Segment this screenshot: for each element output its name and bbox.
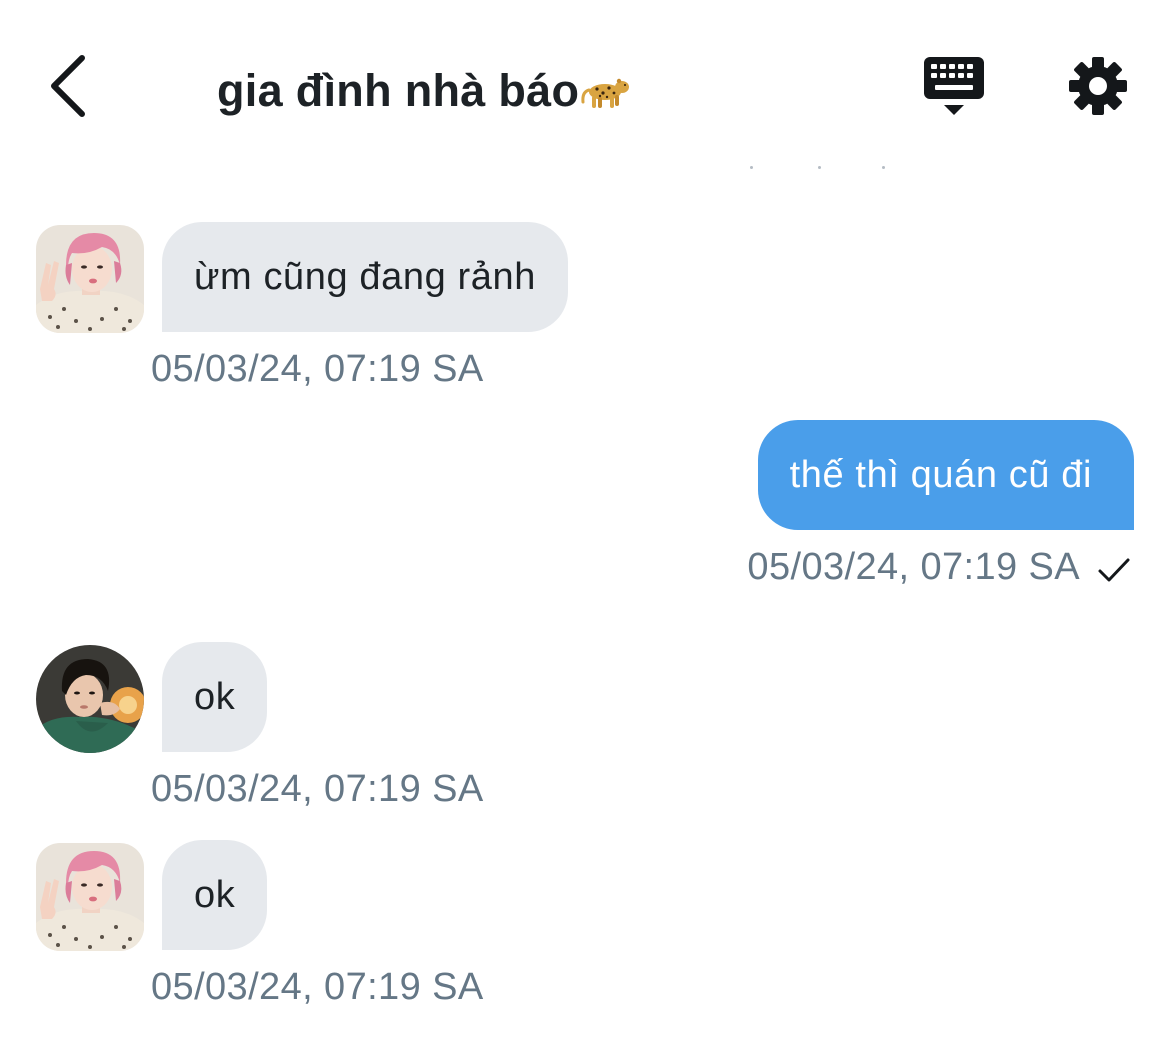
message-timestamp: 05/03/24, 07:19 SA — [747, 546, 1080, 588]
avatar[interactable] — [36, 843, 144, 951]
message-timestamp: 05/03/24, 07:19 SA — [151, 348, 484, 390]
keyboard-icon — [924, 57, 984, 115]
chevron-left-icon — [51, 55, 85, 117]
pink-hair-avatar-image — [36, 843, 144, 951]
back-button[interactable] — [30, 44, 106, 128]
message-timestamp: 05/03/24, 07:19 SA — [151, 768, 484, 810]
keyboard-button[interactable] — [918, 50, 990, 122]
conversation-header: gia đình nhà báo — [0, 0, 1170, 175]
gear-icon — [1069, 57, 1127, 115]
avatar[interactable] — [36, 645, 144, 753]
settings-button[interactable] — [1062, 50, 1134, 122]
checkmark-icon — [1098, 558, 1130, 582]
conversation-title-text: gia đình nhà báo — [217, 65, 580, 116]
message-bubble-incoming[interactable]: ừm cũng đang rảnh — [162, 222, 568, 332]
message-text: thế thì quán cũ đi — [789, 453, 1092, 496]
message-bubble-outgoing[interactable]: thế thì quán cũ đi — [757, 420, 1134, 530]
conversation-title[interactable]: gia đình nhà báo — [217, 56, 631, 126]
message-text: ok — [194, 873, 236, 916]
message-timestamp: 05/03/24, 07:19 SA — [151, 966, 484, 1008]
message-bubble-incoming[interactable]: ok — [162, 840, 268, 950]
message-bubble-incoming[interactable]: ok — [162, 642, 268, 752]
scroll-overflow-dots — [740, 162, 900, 172]
avatar[interactable] — [36, 225, 144, 333]
message-text: ừm cũng đang rảnh — [194, 255, 536, 298]
dark-hair-avatar-image — [36, 645, 144, 753]
leopard-emoji-icon — [581, 78, 630, 108]
pink-hair-avatar-image — [36, 225, 144, 333]
message-text: ok — [194, 675, 236, 718]
